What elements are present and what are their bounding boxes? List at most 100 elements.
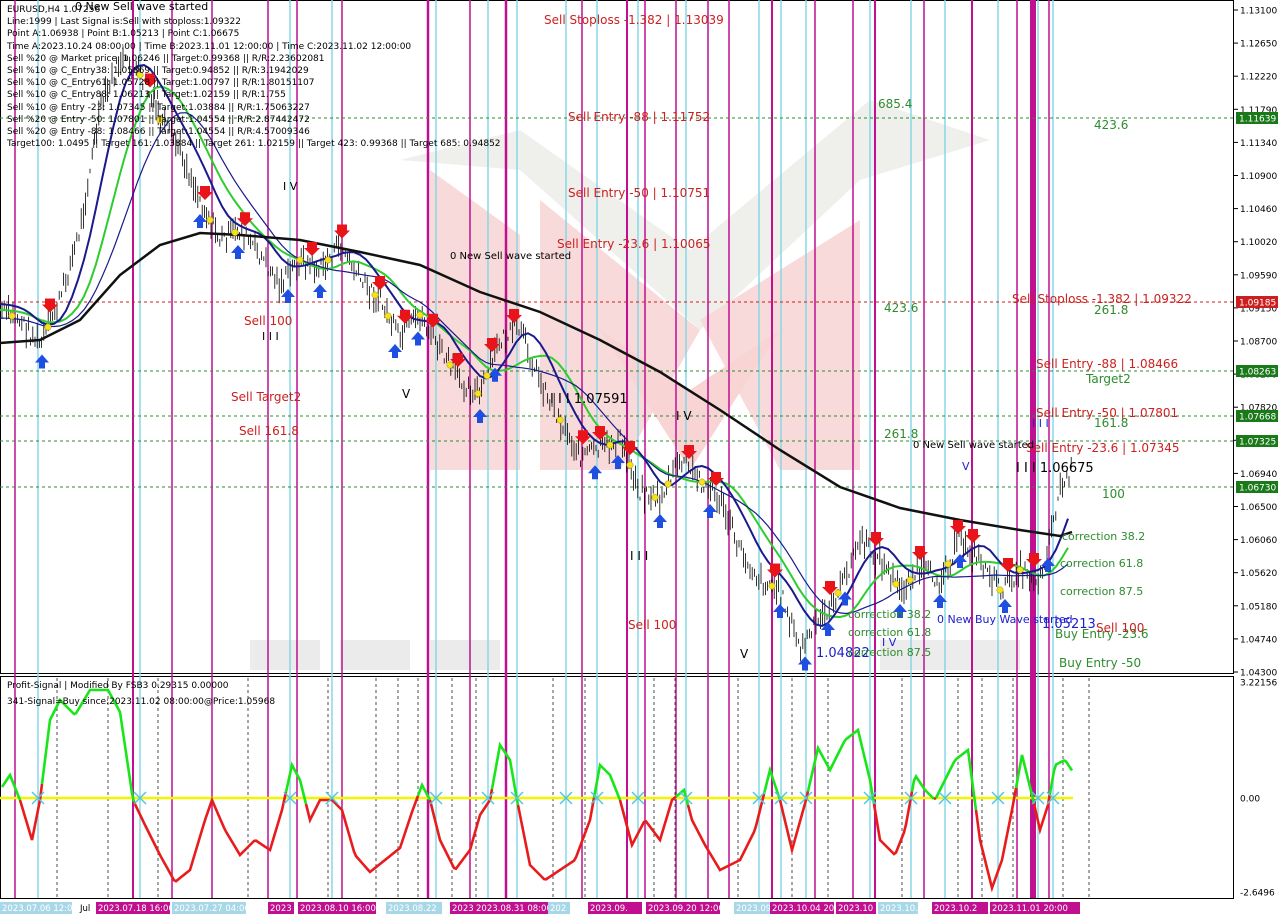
chart-label: Target2 [1085, 372, 1131, 386]
indicator-scale-label: 0.00 [1240, 795, 1260, 805]
time-scale-label: 2023.07.18 16:00 [98, 904, 174, 914]
price-scale: 1.131001.126501.122201.117901.113401.109… [1234, 7, 1277, 679]
yellow-signal-marker [483, 372, 491, 380]
yellow-signal-marker [834, 589, 842, 597]
chart-label: V [740, 647, 749, 661]
chart-label: 0 New Sell wave started [450, 251, 571, 262]
price-scale-label: 1.10900 [1240, 172, 1277, 182]
price-tag-label: 1.09185 [1239, 299, 1276, 309]
chart-label: Buy Entry -50 [1059, 656, 1141, 670]
yellow-signal-marker [1016, 566, 1024, 574]
time-scale-label: 2023 [452, 904, 474, 914]
yellow-signal-marker [384, 312, 392, 320]
yellow-signal-marker [446, 361, 454, 369]
oscillator [0, 688, 1074, 893]
sell-arrow-icon [965, 529, 981, 543]
oscillator-down-segment [933, 796, 937, 801]
sell-arrow-icon [197, 186, 213, 200]
chart-label: 685.4 [878, 97, 912, 111]
buy-arrow-icon [193, 214, 207, 228]
price-tag-label: 1.07668 [1239, 413, 1276, 423]
time-scale-label: 2023.09 [736, 904, 771, 914]
chart-label: I V [676, 409, 692, 423]
chart-label: V [402, 387, 411, 401]
indicator-title: Profit-Signal | Modified By FSB3 0.29315… [7, 681, 229, 691]
time-scale-label: 2023.10. [880, 904, 918, 914]
chart-label: Sell 100 [244, 314, 292, 328]
chart-label: 161.8 [1094, 416, 1128, 430]
indicator-scale-label: -2.6496 [1240, 889, 1275, 899]
indicator-scale: 3.22156 0.00 -2.6496 [1240, 679, 1277, 899]
yellow-signal-marker [698, 478, 706, 486]
yellow-signal-marker [231, 229, 239, 236]
chart-label: Sell 100 [628, 618, 676, 632]
price-scale-label: 1.11340 [1240, 139, 1277, 149]
oscillator-down-segment [618, 795, 677, 849]
time-scale-label: 202 [550, 904, 566, 914]
price-scale-label: 1.06940 [1240, 470, 1277, 480]
info-line: Sell %20 @ Entry -50: 1.07801 || Target:… [7, 114, 310, 125]
oscillator-down-segment [132, 791, 288, 883]
yellow-signal-marker [626, 461, 634, 469]
time-scale-label: 2023.10.2 [934, 904, 977, 914]
chart-label: Sell Entry -23.6 | 1.10065 [557, 237, 711, 251]
chart-label: I I I [1032, 417, 1049, 430]
chart-label: correction 61.8 [1060, 557, 1143, 570]
chart-label: Sell 100 [1096, 621, 1144, 635]
buy-arrow-icon [703, 504, 717, 518]
chart-label: 423.6 [884, 301, 918, 315]
info-line: Sell %20 @ Entry -88: 1.08466 || Target:… [7, 126, 310, 137]
time-scale-label: 2023.09.20 12:00 [648, 904, 724, 914]
info-line: Point A:1.06938 | Point B:1.05213 | Poin… [7, 29, 240, 40]
chart-label: Sell Entry -23.6 | 1.07345 [1026, 441, 1180, 455]
yellow-signal-marker [768, 582, 776, 590]
time-scale-label: 2023.11.01 20:00 [992, 904, 1068, 914]
price-scale-label: 1.06500 [1240, 503, 1277, 513]
yellow-signal-marker [44, 323, 52, 331]
yellow-signal-marker [296, 256, 304, 264]
yellow-signal-marker [944, 560, 952, 568]
yellow-signal-marker [906, 576, 914, 584]
buy-arrow-icon [821, 622, 835, 636]
price-scale-label: 1.09590 [1240, 271, 1277, 281]
info-line: Sell %10 @ C_Entry61: 1.05728 || Target:… [7, 78, 315, 89]
chart-label: 100 [1102, 487, 1125, 501]
buy-arrow-icon [313, 284, 327, 298]
price-scale-label: 1.08700 [1240, 338, 1277, 348]
sell-arrow-icon [237, 212, 253, 227]
chart-label: Sell Entry -88 | 1.11752 [568, 110, 710, 124]
sell-arrow-icon [950, 520, 966, 534]
price-tag-label: 1.06730 [1239, 484, 1276, 494]
chart-label: correction 38.2 [848, 608, 931, 621]
buy-arrow-icon [773, 604, 787, 618]
time-scale-label: 2023.08.10 16:00 [300, 904, 376, 914]
chart-label: Sell Stoploss -1.382 | 1.09322 [1012, 292, 1192, 306]
info-line: Sell %10 @ C_Entry88: 1.06213 || Target:… [7, 90, 286, 101]
price-tag-label: 1.07325 [1239, 438, 1276, 448]
oscillator-up-segment [910, 773, 935, 800]
buy-arrow-icon [998, 599, 1012, 613]
chart-label: Sell Stoploss -1.382 | 1.13039 [544, 13, 724, 27]
price-scale-label: 1.05620 [1240, 569, 1277, 579]
yellow-signal-marker [664, 480, 672, 488]
oscillator-down-segment [304, 795, 420, 874]
indicator-signal: 341-Signal=Buy since:2023.11.02 08:00:00… [7, 697, 276, 707]
price-scale-label: 1.10020 [1240, 238, 1277, 248]
sell-arrow-icon [912, 546, 928, 560]
info-line: Target100: 1.0495 || Target 161: 1.03884… [7, 139, 501, 150]
chart-label: I I I 1.06675 [1016, 461, 1094, 476]
info-line: Line:1999 | Last Signal is:Sell with sto… [7, 17, 241, 28]
sell-arrow-icon [42, 298, 58, 313]
yellow-signal-marker [556, 416, 564, 424]
chart-label: 0 New Sell wave started [913, 440, 1034, 451]
sell-arrow-icon [372, 276, 388, 290]
chart-label: I I I 1.07591 [550, 392, 628, 407]
chart-label: Sell Entry -50 | 1.10751 [568, 186, 710, 200]
time-scale-label: 2023.10 [838, 904, 873, 914]
info-line: Sell %10 @ Entry -23: 1.07345 || Target:… [7, 102, 310, 113]
time-scale-label: 2023 [270, 904, 292, 914]
info-panel: EURUSD,H4 1.07256 Line:1999 | Last Signal… [7, 4, 501, 150]
chart-label: correction 87.5 [1060, 585, 1143, 598]
yellow-signal-marker [8, 312, 16, 320]
price-scale-label: 1.05180 [1240, 602, 1277, 612]
